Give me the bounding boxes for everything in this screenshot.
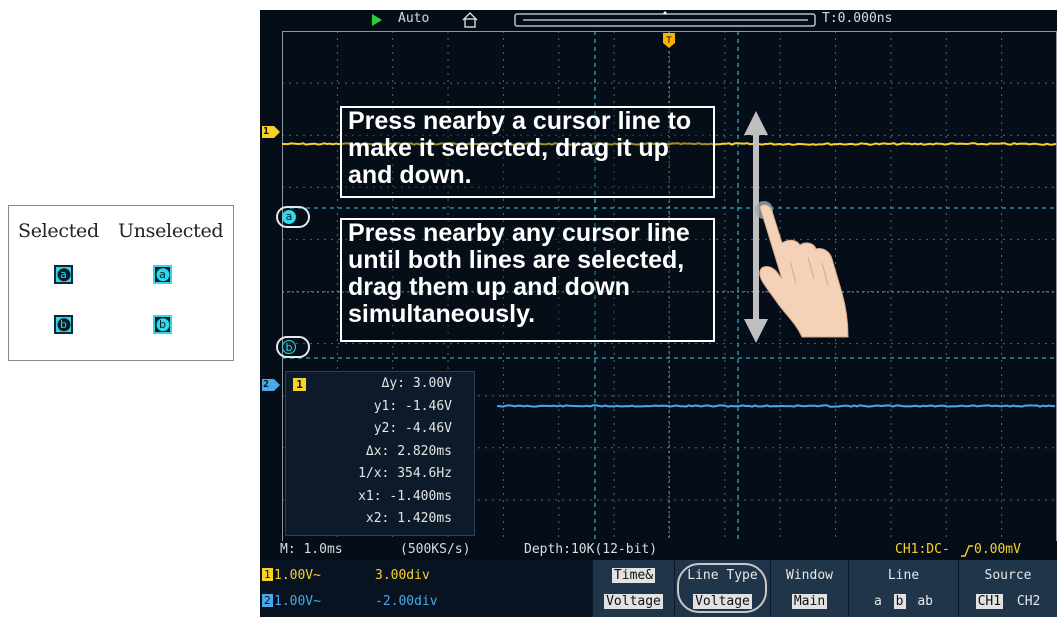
ch1-cursor-div: 3.00div bbox=[375, 568, 430, 583]
source-option-ch2[interactable]: CH2 bbox=[1017, 594, 1040, 609]
sample-rate: (500KS/s) bbox=[400, 542, 471, 557]
ch1-level-label: 1 bbox=[263, 126, 270, 137]
menu-source-label: Source bbox=[984, 568, 1032, 583]
top-bar-graphics bbox=[372, 11, 816, 28]
measurement-row: y2: -4.46V bbox=[374, 421, 452, 436]
oscilloscope-screen: Auto T:0.000ns T 1 2 a b Press nearby a … bbox=[260, 10, 1057, 617]
menu-mode-value: Voltage bbox=[604, 594, 663, 609]
measurement-label: y2: bbox=[373, 421, 398, 436]
unselected-a-marker: a bbox=[153, 265, 172, 284]
line-option-ab[interactable]: ab bbox=[917, 594, 933, 609]
run-icon bbox=[372, 14, 382, 26]
home-icon bbox=[462, 12, 478, 28]
line-option-b[interactable]: b bbox=[893, 594, 906, 609]
measurement-row: x2: 1.420ms bbox=[366, 511, 452, 526]
measurement-label: 1/x: bbox=[358, 466, 390, 481]
measurement-channel-badge: 1 bbox=[293, 378, 306, 391]
legend-selected-label: Selected bbox=[18, 220, 99, 242]
ch2-scale[interactable]: 1.00V~ bbox=[274, 594, 321, 609]
measurement-label: x2: bbox=[365, 511, 390, 526]
measurement-label: x1: bbox=[358, 488, 382, 504]
ch2-waveform bbox=[496, 404, 1055, 408]
menu-mode-button[interactable]: Time& Voltage bbox=[592, 560, 674, 617]
acquisition-status-bar: M: 1.0ms (500KS/s) Depth:10K(12-bit) CH1… bbox=[260, 541, 1057, 560]
ch1-badge[interactable]: 1 bbox=[262, 568, 273, 581]
measurement-value: 2.820ms bbox=[397, 443, 452, 459]
measurement-row: y1: -1.46V bbox=[374, 399, 452, 414]
selected-b-marker: b bbox=[54, 315, 73, 334]
ch1-scale[interactable]: 1.00V~ bbox=[274, 568, 321, 583]
ch2-level-label: 2 bbox=[263, 379, 270, 390]
trigger-level: 0.00mV bbox=[974, 542, 1021, 557]
selected-a-marker: a bbox=[54, 265, 73, 284]
measurement-value: 354.6Hz bbox=[397, 466, 452, 481]
menu-source-button[interactable]: Source CH1 CH2 bbox=[958, 560, 1057, 617]
menu-window-value: Main bbox=[791, 594, 828, 609]
selected-a-glyph: a bbox=[57, 267, 70, 281]
measurement-label: Δx: bbox=[365, 443, 390, 459]
svg-text:T: T bbox=[666, 36, 672, 46]
measurement-row: Δy: 3.00V bbox=[382, 376, 452, 391]
measurement-value: -1.46V bbox=[405, 398, 452, 414]
measurement-row: Δx: 2.820ms bbox=[366, 444, 452, 459]
unselected-b-marker: b bbox=[153, 315, 172, 334]
cursor-measurement-panel: 1 Δy: 3.00V y1: -1.46V y2: -4.46V Δx: 2.820… bbox=[285, 371, 475, 536]
unselected-b-glyph: b bbox=[156, 317, 169, 331]
cursor-b-glyph: b bbox=[282, 340, 296, 354]
cursor-a-handle[interactable]: a bbox=[276, 206, 310, 228]
cursor-legend: Selected Unselected a a b b bbox=[8, 205, 234, 361]
trigger-time: T:0.000ns bbox=[822, 11, 893, 26]
trigger-source: CH1:DC- bbox=[895, 542, 950, 557]
instruction-single-cursor: Press nearby a cursor line to make it se… bbox=[340, 106, 715, 198]
instruction-both-cursors: Press nearby any cursor line until both … bbox=[340, 218, 715, 342]
run-mode[interactable]: Auto bbox=[398, 11, 429, 26]
top-status-bar: Auto T:0.000ns bbox=[260, 10, 1057, 31]
menu-window-button[interactable]: Window Main bbox=[770, 560, 848, 617]
measurement-label: y1: bbox=[373, 398, 398, 414]
memory-position-dot bbox=[663, 11, 667, 15]
bottom-panel: 1 1.00V~ 3.00div 2 1.00V~ -2.00div Time&… bbox=[260, 560, 1057, 617]
measurement-row: x1: -1.400ms bbox=[358, 489, 452, 504]
cursor-b-handle[interactable]: b bbox=[276, 336, 310, 358]
memory-bar bbox=[514, 13, 816, 27]
measurement-value: 1.420ms bbox=[397, 511, 452, 526]
timebase: M: 1.0ms bbox=[280, 542, 343, 557]
menu-mode-label: Time& bbox=[611, 568, 656, 583]
measurement-value: 3.00V bbox=[412, 376, 452, 391]
measurement-label: Δy: bbox=[381, 376, 406, 391]
menu-line-type-button[interactable]: Line Type Voltage bbox=[674, 560, 770, 617]
ch2-badge[interactable]: 2 bbox=[262, 594, 273, 607]
line-option-a[interactable]: a bbox=[874, 594, 882, 609]
memory-depth: Depth:10K(12-bit) bbox=[524, 542, 658, 557]
measurement-value: -4.46V bbox=[405, 421, 452, 436]
source-option-ch1[interactable]: CH1 bbox=[975, 594, 1004, 609]
legend-unselected-label: Unselected bbox=[118, 220, 224, 242]
cursor-a-glyph: a bbox=[282, 210, 296, 224]
measurement-value: -1.400ms bbox=[389, 488, 452, 504]
selected-b-glyph: b bbox=[57, 317, 70, 331]
ch2-cursor-div: -2.00div bbox=[375, 594, 438, 609]
menu-line-button[interactable]: Line a b ab bbox=[848, 560, 958, 617]
rising-edge-icon bbox=[961, 545, 973, 557]
menu-window-label: Window bbox=[786, 568, 833, 583]
measurement-row: 1/x: 354.6Hz bbox=[358, 466, 452, 481]
line-type-highlight-ring bbox=[677, 563, 767, 613]
unselected-a-glyph: a bbox=[156, 267, 169, 281]
menu-line-label: Line bbox=[887, 568, 920, 583]
